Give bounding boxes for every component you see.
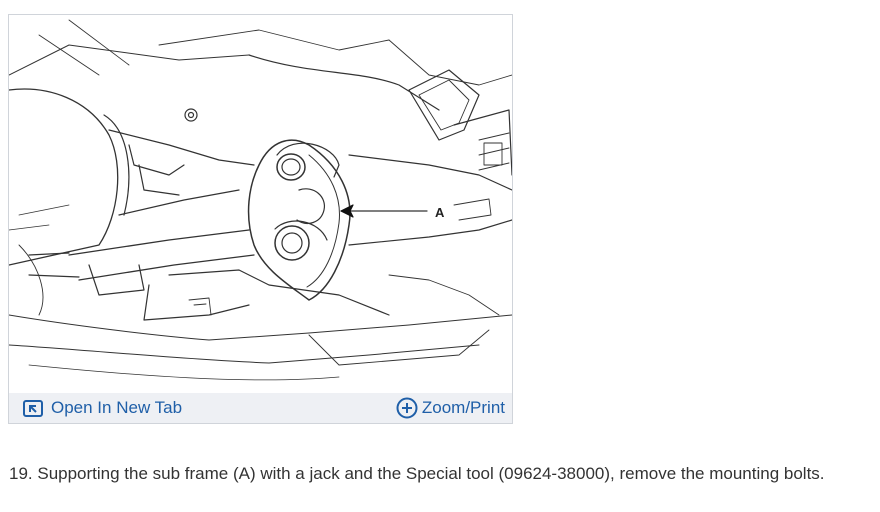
open-new-tab-label: Open In New Tab bbox=[51, 398, 183, 417]
open-new-tab-icon bbox=[23, 399, 43, 417]
open-new-tab-button[interactable]: Open In New Tab bbox=[23, 393, 182, 423]
callout-label-a: A bbox=[435, 205, 445, 220]
step-instruction: 19. Supporting the sub frame (A) with a … bbox=[9, 464, 825, 483]
zoom-print-label: Zoom/Print bbox=[421, 398, 505, 417]
technical-illustration: A bbox=[9, 15, 512, 392]
plus-circle-icon bbox=[396, 397, 418, 419]
zoom-print-button[interactable]: Zoom/Print bbox=[396, 393, 505, 423]
figure-card: A Open In New Tab Zoom/Print bbox=[8, 14, 513, 424]
figure-toolbar: Open In New Tab Zoom/Print bbox=[9, 393, 512, 423]
